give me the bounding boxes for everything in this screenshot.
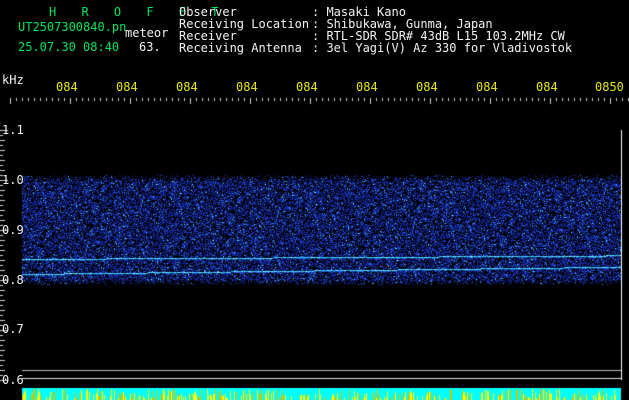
x-tick-label: 0850: [595, 80, 624, 94]
x-tick-label: 084: [536, 80, 558, 94]
y-tick-label: 1.0: [2, 173, 24, 187]
y-tick-label: 0.8: [2, 273, 24, 287]
x-tick-label: 084: [176, 80, 198, 94]
value-antenna: : 3el Yagi(V) Az 330 for Vladivostok: [312, 41, 573, 55]
x-tick-label: 084: [356, 80, 378, 94]
x-tick-label: 084: [116, 80, 138, 94]
y-tick-label: 0.9: [2, 223, 24, 237]
count-value: 63.: [139, 40, 161, 54]
datetime: 25.07.30 08:40: [18, 40, 120, 54]
x-tick-label: 084: [476, 80, 498, 94]
y-tick-label: 1.1: [2, 123, 24, 137]
axis-unit: kHz: [2, 73, 24, 87]
x-tick-label: 084: [236, 80, 258, 94]
y-tick-label: 0.6: [2, 373, 24, 387]
x-tick-label: 084: [296, 80, 318, 94]
x-tick-label: 084: [56, 80, 78, 94]
label-antenna: Receiving Antenna: [179, 41, 302, 55]
y-tick-label: 0.7: [2, 322, 24, 336]
x-tick-label: 084: [416, 80, 438, 94]
mode-label: meteor: [125, 26, 169, 40]
filename: UT2507300840.pn: [18, 20, 127, 34]
spectrogram-canvas: [0, 0, 629, 400]
